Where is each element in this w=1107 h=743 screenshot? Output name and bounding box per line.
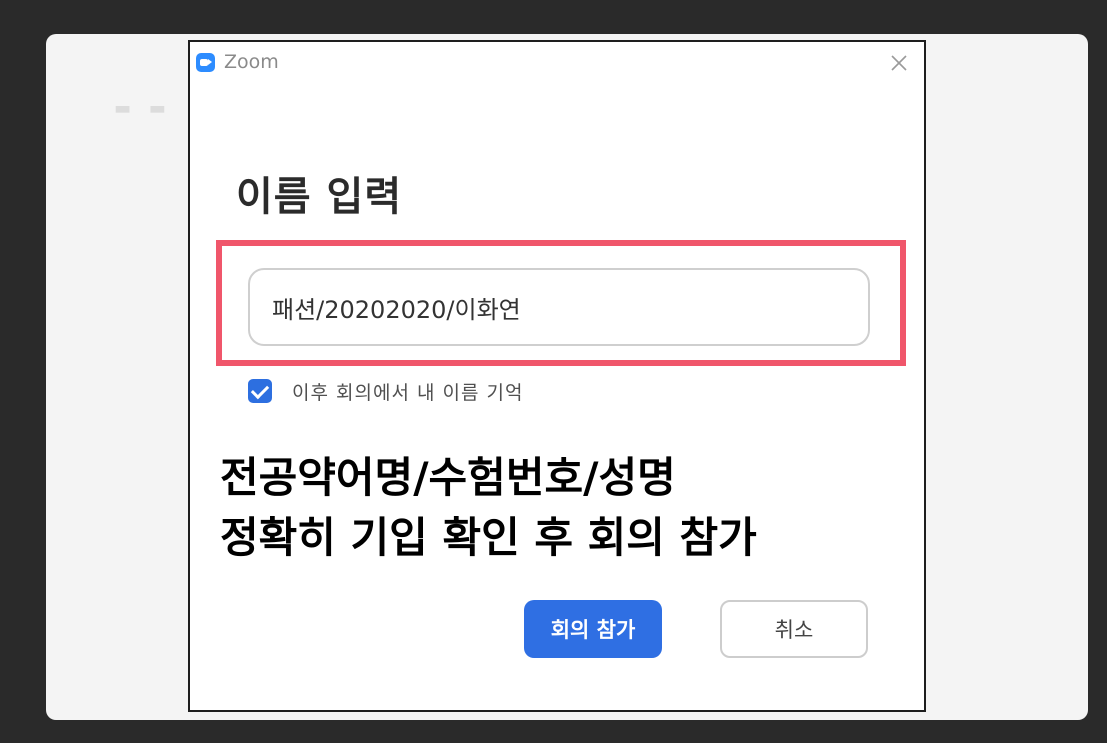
- instruction-line-2: 정확히 기입 확인 후 회의 참가: [220, 513, 757, 562]
- enter-name-dialog: Zoom 이름 입력 이후 회의에서 내 이름 기억 전공약어명/수험번호/성명…: [188, 40, 926, 712]
- dialog-titlebar: Zoom: [190, 42, 924, 82]
- remember-name-row[interactable]: 이후 회의에서 내 이름 기억: [248, 376, 523, 406]
- name-input[interactable]: [248, 268, 870, 346]
- close-icon[interactable]: [886, 50, 912, 76]
- dialog-heading: 이름 입력: [236, 174, 403, 220]
- join-meeting-button[interactable]: 회의 참가: [524, 600, 662, 658]
- cancel-button[interactable]: 취소: [720, 600, 868, 658]
- background-ghost-text: ▬ ▬: [114, 98, 172, 119]
- zoom-logo-icon: [196, 53, 215, 72]
- instruction-annotation: 전공약어명/수험번호/성명 정확히 기입 확인 후 회의 참가: [220, 448, 757, 568]
- window-title: Zoom: [224, 51, 279, 73]
- screenshot-stage: ▬ ▬ Zoom 이름 입력 이후 회의에서 내 이름 기억 전공약어명/수험번…: [0, 0, 1107, 743]
- instruction-line-1: 전공약어명/수험번호/성명: [220, 453, 676, 502]
- remember-name-checkbox[interactable]: [248, 379, 272, 403]
- remember-name-label: 이후 회의에서 내 이름 기억: [292, 381, 524, 404]
